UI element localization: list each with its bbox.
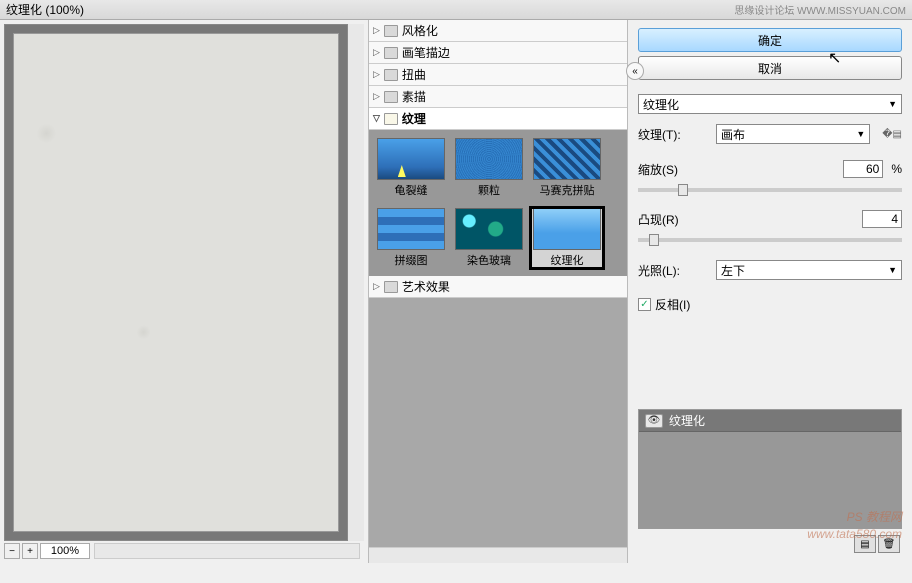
thumbnail-image bbox=[377, 138, 445, 180]
folder-icon bbox=[384, 113, 398, 125]
disclosure-triangle-icon: ▷ bbox=[373, 47, 380, 58]
visibility-eye-icon[interactable]: 👁 bbox=[645, 414, 663, 428]
folder-icon bbox=[384, 69, 398, 81]
filter-select[interactable]: 纹理化▼ bbox=[638, 94, 902, 114]
category-label: 风格化 bbox=[402, 22, 438, 39]
horizontal-scrollbar[interactable] bbox=[94, 543, 360, 559]
effect-layers-panel: 👁 纹理化 bbox=[638, 409, 902, 529]
category-label: 素描 bbox=[402, 88, 426, 105]
zoom-out-button[interactable]: − bbox=[4, 543, 20, 559]
filter-thumbnail[interactable]: 染色玻璃 bbox=[453, 208, 525, 268]
effect-layer-label: 纹理化 bbox=[669, 412, 705, 429]
thumbnails-grid: 龟裂缝 颗粒 马赛克拼贴拼缀图 染色玻璃 纹理化 bbox=[369, 130, 627, 276]
titlebar: 纹理化 (100%) 思缘设计论坛 WWW.MISSYUAN.COM bbox=[0, 0, 912, 20]
filter-gallery: ▷ 风格化 ▷ 画笔描边 ▷ 扭曲 ▷ 素描 ▽ 纹理龟裂缝 颗粒 马赛克拼贴拼缀图 染色玻璃 纹理化 ▷ 艺… bbox=[368, 20, 628, 563]
category-row[interactable]: ▷ 风格化 bbox=[369, 20, 627, 42]
vertical-scrollbar[interactable] bbox=[348, 24, 364, 541]
disclosure-triangle-icon: ▷ bbox=[373, 91, 380, 102]
category-row[interactable]: ▽ 纹理 bbox=[369, 108, 627, 130]
delete-effect-button[interactable]: 🗑 bbox=[878, 535, 900, 553]
category-label: 画笔描边 bbox=[402, 44, 450, 61]
light-select[interactable]: 左下▼ bbox=[716, 260, 902, 280]
zoom-input[interactable] bbox=[40, 543, 90, 559]
category-label: 扭曲 bbox=[402, 66, 426, 83]
effect-layer-row[interactable]: 👁 纹理化 bbox=[639, 410, 901, 432]
ok-button[interactable]: 确定 bbox=[638, 28, 902, 52]
collapse-panel-button[interactable]: « bbox=[626, 62, 644, 80]
category-label: 艺术效果 bbox=[402, 278, 450, 295]
relief-input[interactable] bbox=[862, 210, 902, 228]
light-label: 光照(L): bbox=[638, 262, 708, 279]
zoom-in-button[interactable]: + bbox=[22, 543, 38, 559]
folder-icon bbox=[384, 281, 398, 293]
thumbnail-label: 马赛克拼贴 bbox=[540, 182, 595, 198]
filter-thumbnail[interactable]: 纹理化 bbox=[531, 208, 603, 268]
disclosure-triangle-icon: ▽ bbox=[373, 113, 380, 124]
texture-menu-icon[interactable]: �▤ bbox=[882, 129, 902, 140]
scale-unit: % bbox=[891, 162, 902, 176]
thumbnail-image bbox=[455, 138, 523, 180]
thumbnail-label: 纹理化 bbox=[551, 252, 584, 268]
thumbnail-label: 拼缀图 bbox=[395, 252, 428, 268]
thumbnail-image bbox=[455, 208, 523, 250]
category-row[interactable]: ▷ 扭曲 bbox=[369, 64, 627, 86]
thumbnail-label: 龟裂缝 bbox=[395, 182, 428, 198]
thumbnail-image bbox=[533, 208, 601, 250]
category-row[interactable]: ▷ 艺术效果 bbox=[369, 276, 627, 298]
relief-slider[interactable] bbox=[638, 238, 902, 242]
thumbnail-image bbox=[377, 208, 445, 250]
window-title: 纹理化 (100%) bbox=[6, 1, 84, 18]
filter-thumbnail[interactable]: 马赛克拼贴 bbox=[531, 138, 603, 198]
relief-label: 凸现(R) bbox=[638, 211, 708, 228]
scale-label: 缩放(S) bbox=[638, 161, 708, 178]
disclosure-triangle-icon: ▷ bbox=[373, 281, 380, 292]
folder-icon bbox=[384, 91, 398, 103]
thumbnail-label: 颗粒 bbox=[478, 182, 500, 198]
thumbnail-image bbox=[533, 138, 601, 180]
disclosure-triangle-icon: ▷ bbox=[373, 69, 380, 80]
new-effect-button[interactable]: ▤ bbox=[854, 535, 876, 553]
scale-input[interactable] bbox=[843, 160, 883, 178]
disclosure-triangle-icon: ▷ bbox=[373, 25, 380, 36]
cancel-button[interactable]: 取消 bbox=[638, 56, 902, 80]
controls-panel: « 确定 ↖ 取消 纹理化▼ 纹理(T): 画布▼ �▤ 缩放(S) % 凸现(… bbox=[628, 20, 912, 563]
filter-thumbnail[interactable]: 龟裂缝 bbox=[375, 138, 447, 198]
preview-panel: − + bbox=[0, 20, 368, 563]
texture-label: 纹理(T): bbox=[638, 126, 708, 143]
category-label: 纹理 bbox=[402, 110, 426, 127]
preview-image bbox=[13, 33, 339, 532]
thumbnail-label: 染色玻璃 bbox=[467, 252, 511, 268]
category-row[interactable]: ▷ 画笔描边 bbox=[369, 42, 627, 64]
gallery-scrollbar[interactable] bbox=[369, 547, 627, 563]
titlebar-branding: 思缘设计论坛 WWW.MISSYUAN.COM bbox=[734, 2, 906, 17]
scale-slider[interactable] bbox=[638, 188, 902, 192]
preview-viewport[interactable] bbox=[4, 24, 348, 541]
folder-icon bbox=[384, 25, 398, 37]
invert-checkbox[interactable]: ✓ 反相(I) bbox=[638, 296, 902, 313]
folder-icon bbox=[384, 47, 398, 59]
filter-thumbnail[interactable]: 颗粒 bbox=[453, 138, 525, 198]
filter-thumbnail[interactable]: 拼缀图 bbox=[375, 208, 447, 268]
texture-select[interactable]: 画布▼ bbox=[716, 124, 870, 144]
category-row[interactable]: ▷ 素描 bbox=[369, 86, 627, 108]
